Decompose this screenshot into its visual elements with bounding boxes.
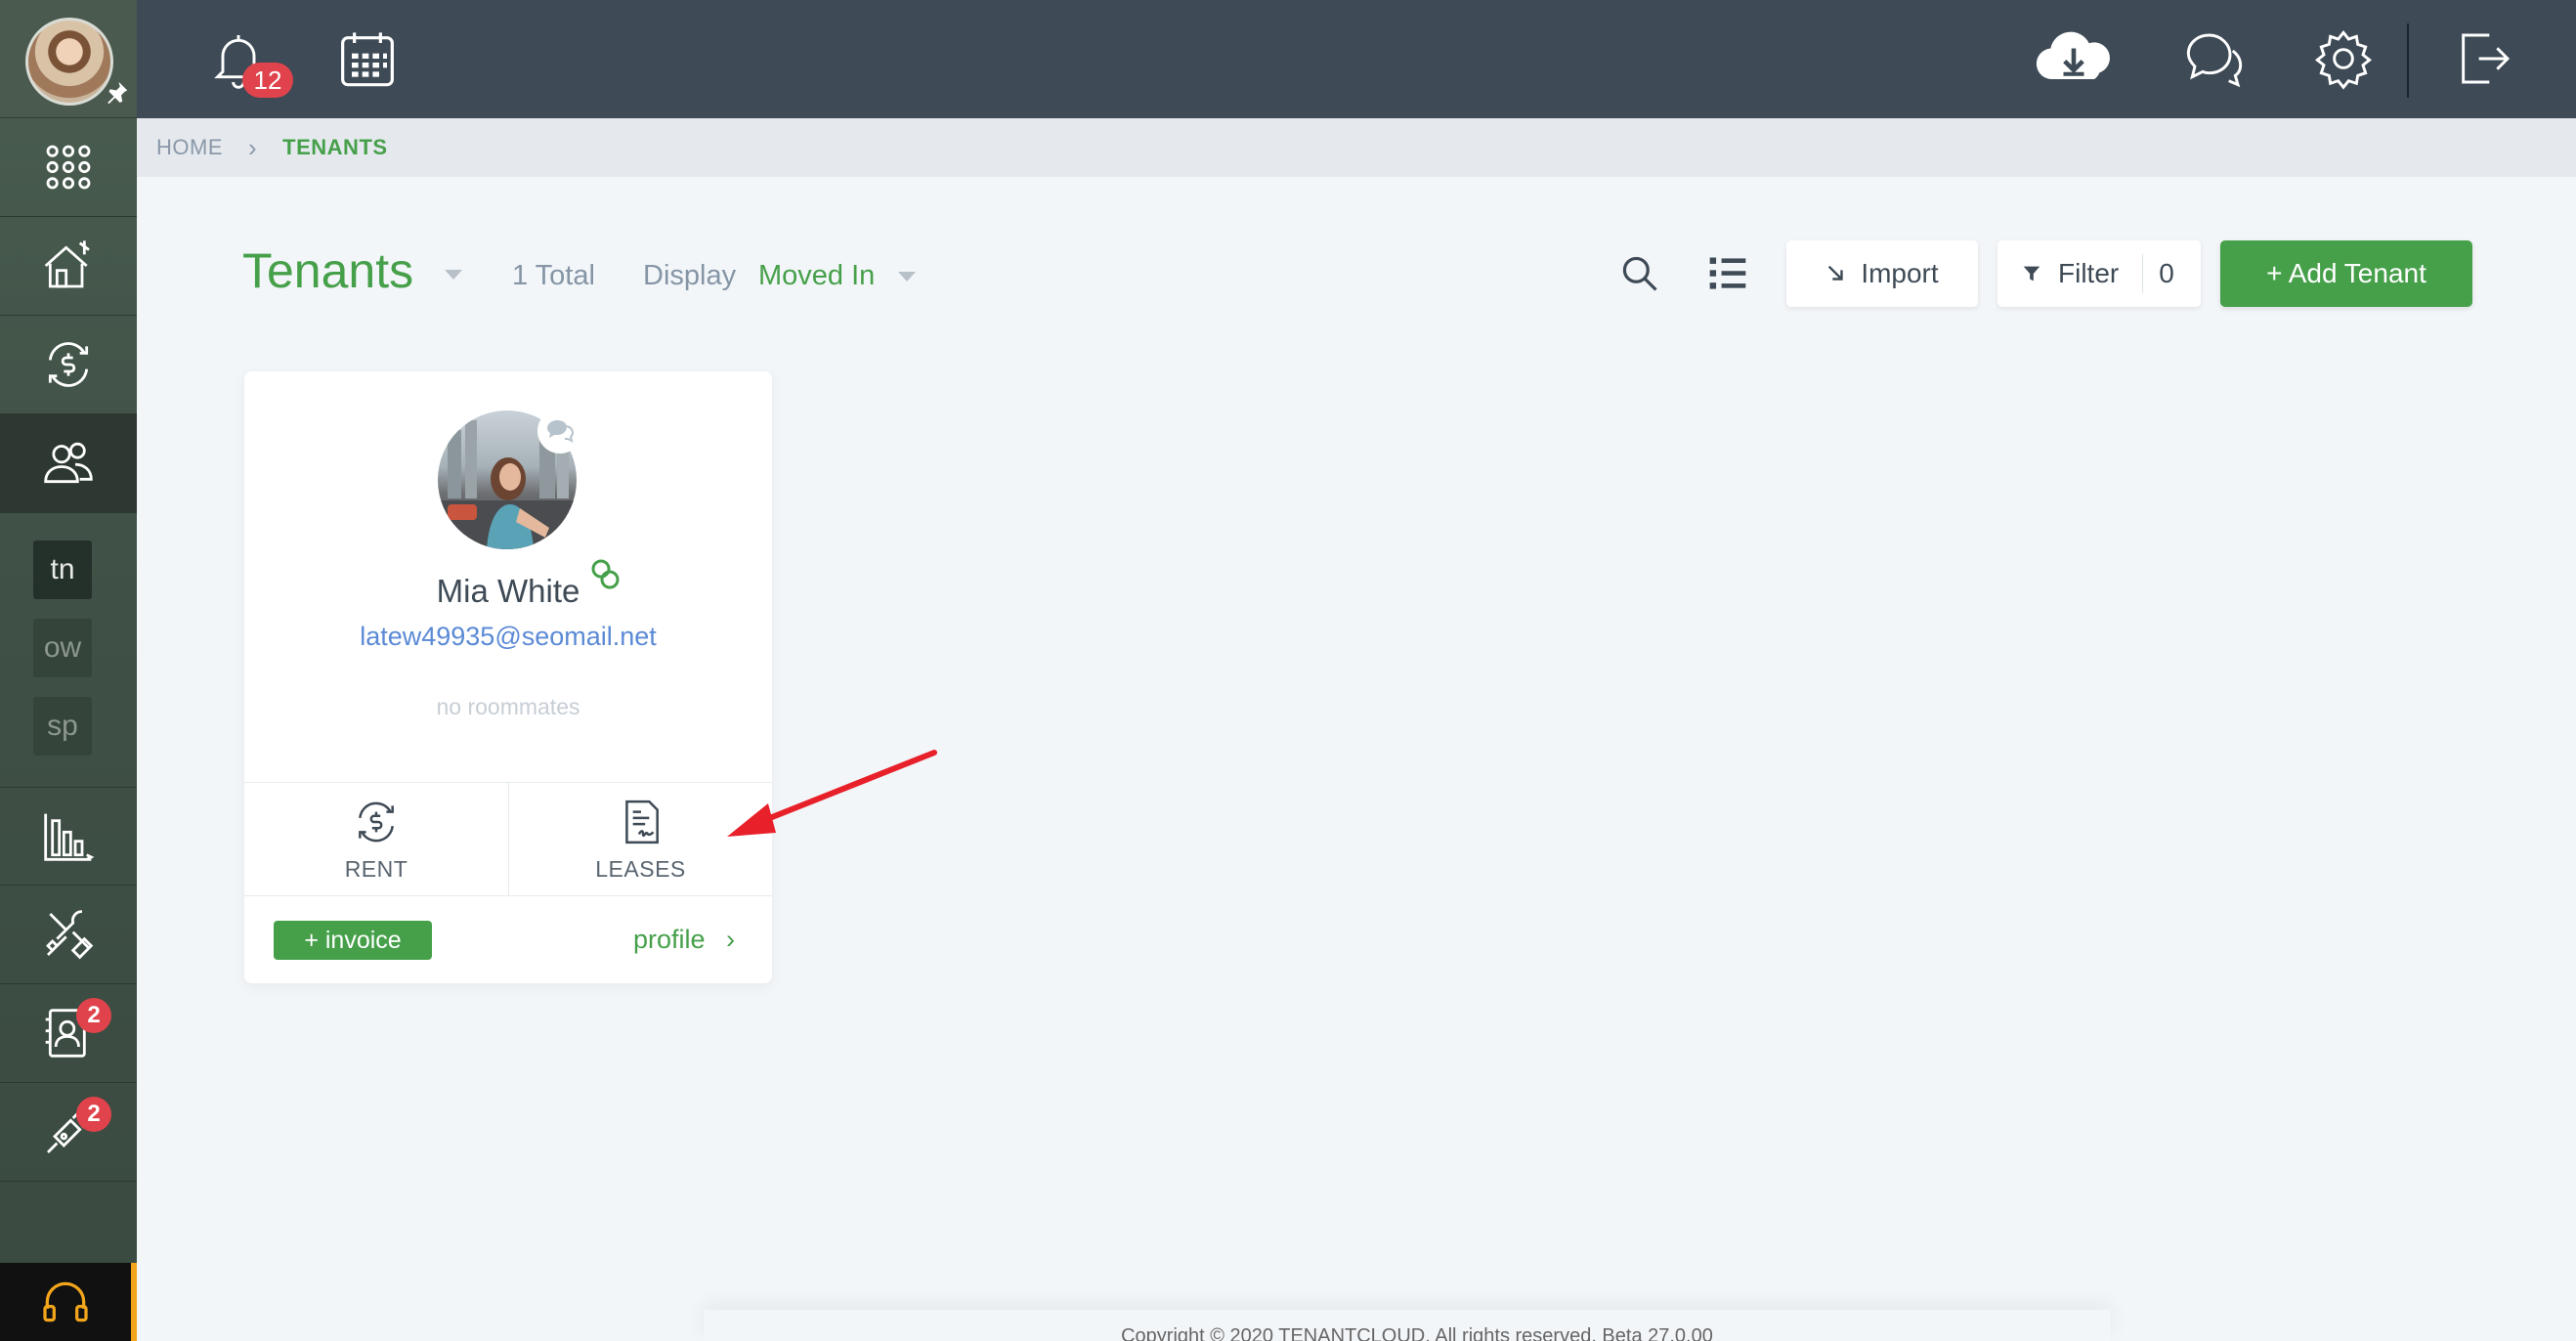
- profile-link[interactable]: profile ›: [633, 925, 735, 955]
- sidebar: tn ow sp 2 2: [0, 0, 137, 1341]
- header-divider: [2407, 23, 2409, 98]
- add-tenant-button[interactable]: + Add Tenant: [2220, 240, 2472, 307]
- calendar-icon[interactable]: [336, 27, 399, 90]
- sidebar-item-apps[interactable]: [0, 118, 137, 217]
- add-invoice-button[interactable]: + invoice: [274, 921, 432, 960]
- import-arrow-icon: [1828, 265, 1844, 281]
- top-bar: 12: [137, 0, 2576, 118]
- account-switch-sp[interactable]: sp: [33, 697, 92, 756]
- display-label: Display: [643, 260, 737, 291]
- caret-down-icon: [898, 272, 917, 282]
- rent-label: RENT: [344, 855, 408, 882]
- rent-icon: [359, 801, 394, 842]
- pin-icon[interactable]: [102, 78, 131, 108]
- gear-icon[interactable]: [2312, 27, 2375, 90]
- cloud-download-icon[interactable]: [2033, 27, 2115, 90]
- user-avatar-area: [0, 0, 137, 118]
- sidebar-item-listings[interactable]: 2: [0, 1083, 137, 1182]
- headset-icon: [43, 1281, 88, 1322]
- rent-button[interactable]: RENT: [244, 783, 508, 896]
- sidebar-item-applicants[interactable]: 2: [0, 984, 137, 1083]
- chat-icon[interactable]: [2183, 27, 2246, 90]
- lease-document-icon: [624, 800, 659, 844]
- import-label: Import: [1861, 258, 1939, 288]
- maintenance-icon: [46, 910, 94, 960]
- breadcrumb-current: TENANTS: [282, 135, 388, 159]
- tenant-email[interactable]: latew49935@seomail.net: [244, 622, 772, 652]
- page-title: Tenants: [242, 243, 414, 298]
- display-filter-dropdown[interactable]: Moved In: [758, 260, 917, 292]
- breadcrumb-home[interactable]: HOME: [156, 135, 223, 160]
- total-count: 1 Total: [512, 260, 595, 291]
- user-avatar[interactable]: [25, 18, 113, 106]
- tenant-name[interactable]: Mia White: [244, 573, 772, 610]
- chevron-right-icon: ›: [248, 132, 258, 162]
- annotation-arrow: [727, 750, 937, 837]
- account-switch-tn[interactable]: tn: [33, 541, 92, 599]
- page-title-dropdown[interactable]: Tenants: [242, 242, 463, 299]
- list-view-icon[interactable]: [1706, 252, 1749, 295]
- sidebar-item-payments[interactable]: [0, 316, 137, 414]
- breadcrumb: HOME › TENANTS: [137, 118, 2576, 177]
- sidebar-item-properties[interactable]: [0, 217, 137, 316]
- support-button[interactable]: [0, 1263, 137, 1341]
- leases-label: LEASES: [595, 855, 686, 882]
- chevron-right-icon: ›: [726, 925, 735, 954]
- search-icon[interactable]: [1618, 252, 1661, 295]
- message-tenant-button[interactable]: [537, 409, 582, 454]
- sidebar-item-maintenance[interactable]: [0, 886, 137, 984]
- payments-icon: [48, 342, 89, 387]
- logout-icon[interactable]: [2453, 27, 2515, 90]
- sidebar-item-tenants[interactable]: [0, 414, 137, 513]
- caret-down-icon: [445, 269, 463, 280]
- profile-label: profile: [632, 925, 706, 954]
- filter-icon: [2023, 266, 2040, 281]
- chat-bubble-icon: [547, 420, 575, 443]
- filter-count: 0: [2159, 258, 2174, 288]
- display-value: Moved In: [758, 260, 876, 291]
- footer-copyright: Copyright © 2020 TENANTCLOUD. All rights…: [1121, 1325, 1713, 1341]
- apps-icon: [46, 145, 91, 190]
- import-button[interactable]: Import: [1786, 240, 1978, 307]
- listings-badge: 2: [76, 1097, 111, 1132]
- notification-badge: 12: [242, 63, 293, 98]
- tenant-card: Mia White latew49935@seomail.net no room…: [244, 371, 772, 983]
- filter-divider: [2142, 254, 2144, 293]
- applicants-badge: 2: [76, 998, 111, 1033]
- filter-label: Filter: [2058, 258, 2120, 288]
- link-icon: [591, 559, 620, 589]
- roommates-status: no roommates: [436, 694, 580, 719]
- properties-icon: [44, 240, 90, 288]
- reports-icon: [44, 813, 95, 861]
- tenants-icon: [44, 442, 93, 484]
- filter-button[interactable]: Filter 0: [1997, 240, 2201, 307]
- sidebar-item-reports[interactable]: [0, 787, 137, 886]
- tenant-card-actions: RENT LEASES: [244, 782, 772, 896]
- account-switch-ow[interactable]: ow: [33, 619, 92, 677]
